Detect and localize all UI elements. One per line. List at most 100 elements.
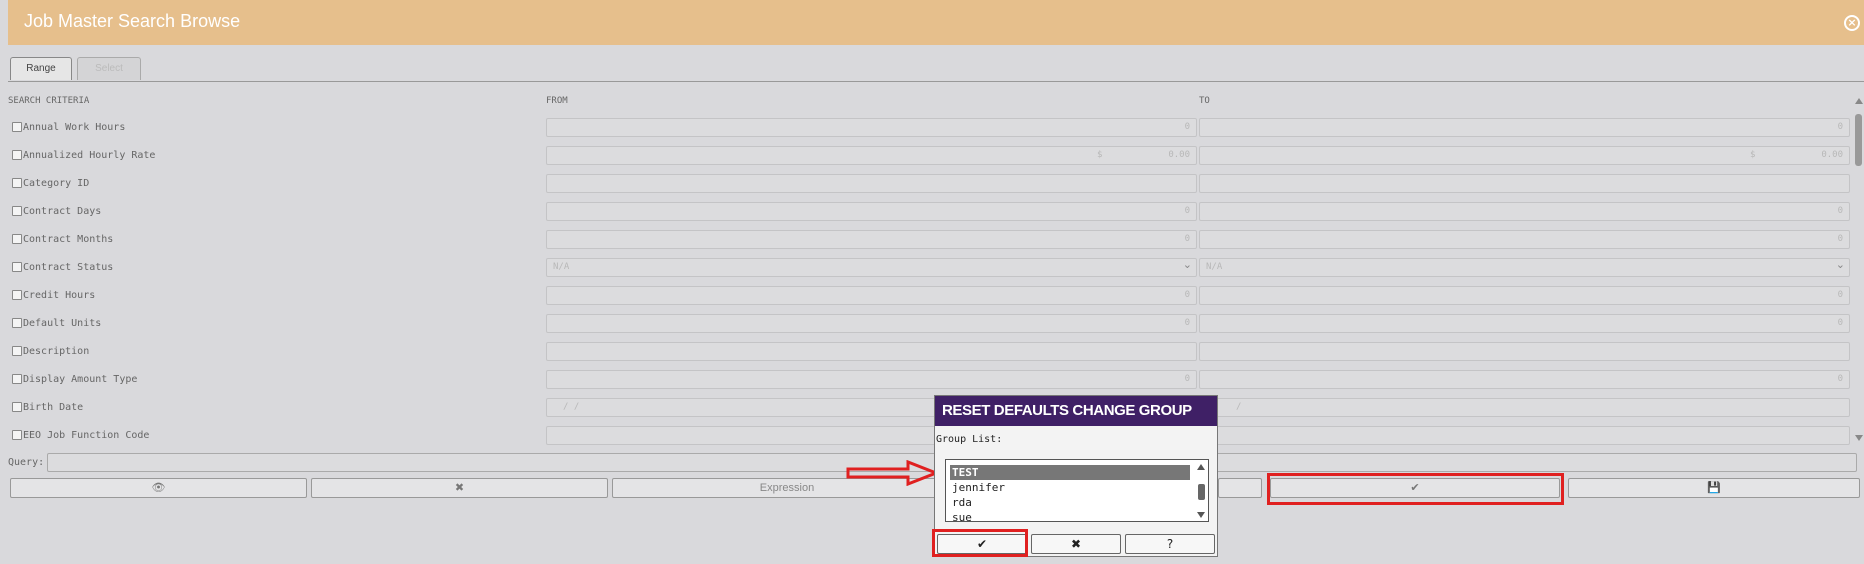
query-label: Query: [8,457,45,468]
scroll-thumb[interactable] [1198,484,1205,500]
hidden-button[interactable] [1218,478,1262,498]
close-circle-icon: ✖ [454,481,465,494]
to-field[interactable]: 0 [1199,314,1850,333]
criteria-row: Birth Date / / / [0,398,1864,420]
dialog-cancel-button[interactable]: ✖ [1031,534,1121,554]
to-field[interactable] [1199,342,1850,361]
criteria-label: Credit Hours [23,290,96,301]
reset-defaults-dialog: RESET DEFAULTS CHANGE GROUP Group List: … [934,395,1218,557]
list-scrollbar[interactable] [1197,464,1206,518]
criteria-checkbox[interactable] [12,346,22,356]
ok-button[interactable]: ✔ [1270,478,1560,498]
from-field[interactable]: 0 [546,370,1197,389]
criteria-checkbox[interactable] [12,374,22,384]
criteria-row: Credit Hours 0 0 [0,286,1864,308]
criteria-label: Display Amount Type [23,374,138,385]
criteria-checkbox[interactable] [12,234,22,244]
criteria-checkbox[interactable] [12,262,22,272]
criteria-checkbox[interactable] [12,402,22,412]
currency-symbol: $ [1750,150,1756,160]
criteria-row: Annual Work Hours 0 0 [0,118,1864,140]
criteria-row: Display Amount Type 0 0 [0,370,1864,392]
to-field[interactable]: 0 [1199,202,1850,221]
dialog-help-button[interactable]: ? [1125,534,1215,554]
highlight-arrow [846,460,938,486]
criteria-row: Contract Days 0 0 [0,202,1864,224]
criteria-row: Contract Status N/A N/A [0,256,1864,280]
title-bar: Job Master Search Browse × [8,0,1864,45]
criteria-checkbox[interactable] [12,178,22,188]
criteria-label: Contract Months [23,234,114,245]
from-field[interactable]: 0 [546,118,1197,137]
close-circle-icon: ✖ [1070,537,1082,551]
save-button[interactable]: 💾 [1568,478,1860,498]
currency-symbol: $ [1097,150,1103,160]
from-field[interactable]: 0 [546,314,1197,333]
criteria-checkbox[interactable] [12,206,22,216]
to-field[interactable]: 0 [1199,286,1850,305]
window-title: Job Master Search Browse [24,11,241,31]
criteria-label: Default Units [23,318,102,329]
criteria-scrollbar[interactable] [1853,96,1864,443]
criteria-label: Contract Status [23,262,114,273]
group-list[interactable]: TEST jennifer rda sue [945,459,1209,522]
to-field[interactable]: 0 [1199,370,1850,389]
tab-select[interactable]: Select [77,57,141,80]
from-value: 0.00 [1168,150,1190,160]
scroll-up-icon[interactable] [1197,464,1205,470]
to-date-field[interactable]: / [1199,398,1850,417]
clear-button[interactable]: ✖ [311,478,608,498]
criteria-checkbox[interactable] [12,122,22,132]
to-select[interactable]: N/A [1199,256,1850,277]
criteria-label: Annualized Hourly Rate [23,150,156,161]
criteria-label: Annual Work Hours [23,122,126,133]
criteria-row: Annualized Hourly Rate $ 0.00 $ 0.00 [0,146,1864,168]
dialog-title: RESET DEFAULTS CHANGE GROUP [935,396,1217,426]
criteria-row: Description [0,342,1864,364]
criteria-row: Default Units 0 0 [0,314,1864,336]
close-circle-icon[interactable]: × [1844,15,1860,31]
criteria-checkbox[interactable] [12,318,22,328]
criteria-row: EEO Job Function Code [0,426,1864,448]
list-item[interactable]: rda [950,495,1190,510]
criteria-checkbox[interactable] [12,290,22,300]
criteria-label: EEO Job Function Code [23,430,150,441]
from-field[interactable]: 0 [546,202,1197,221]
view-button[interactable]: 👁 [10,478,307,498]
from-field[interactable] [546,342,1197,361]
from-field[interactable]: $ 0.00 [546,146,1197,165]
help-circle-icon: ? [1166,537,1174,551]
to-value: 0.00 [1821,150,1843,160]
scroll-down-icon[interactable] [1197,512,1205,518]
save-icon: 💾 [1707,481,1721,494]
tab-divider [8,81,1864,82]
from-field[interactable] [546,174,1197,193]
from-field[interactable]: 0 [546,230,1197,249]
list-item[interactable]: jennifer [950,480,1190,495]
to-field[interactable]: 0 [1199,118,1850,137]
criteria-row: Category ID [0,174,1864,196]
criteria-row: Contract Months 0 0 [0,230,1864,252]
list-item[interactable]: sue [950,510,1190,521]
tab-range[interactable]: Range [10,57,72,80]
criteria-checkbox[interactable] [12,430,22,440]
to-header: TO [1199,96,1210,106]
group-list-label: Group List: [936,434,1003,445]
to-field[interactable] [1199,426,1850,445]
from-header: FROM [546,96,568,106]
eye-icon: 👁 [151,481,166,494]
scroll-thumb[interactable] [1855,114,1862,166]
dialog-ok-button[interactable]: ✔ [937,534,1027,554]
to-field[interactable]: $ 0.00 [1199,146,1850,165]
scroll-up-icon[interactable] [1855,98,1863,104]
criteria-checkbox[interactable] [12,150,22,160]
criteria-label: Category ID [23,178,90,189]
to-field[interactable] [1199,174,1850,193]
from-select[interactable]: N/A [546,256,1197,277]
criteria-label: Contract Days [23,206,102,217]
scroll-down-icon[interactable] [1855,435,1863,441]
check-circle-icon: ✔ [976,537,988,551]
list-item[interactable]: TEST [950,465,1190,480]
to-field[interactable]: 0 [1199,230,1850,249]
from-field[interactable]: 0 [546,286,1197,305]
